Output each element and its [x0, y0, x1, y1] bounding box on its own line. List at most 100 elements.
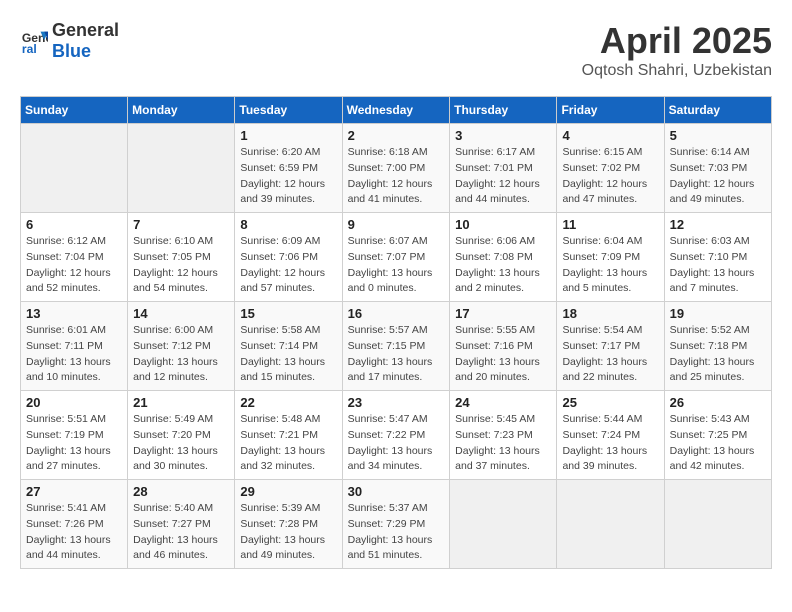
title-area: April 2025 Oqtosh Shahri, Uzbekistan: [582, 20, 772, 80]
svg-text:ral: ral: [22, 42, 37, 55]
day-detail: Sunrise: 6:20 AMSunset: 6:59 PMDaylight:…: [240, 145, 336, 208]
day-number: 4: [562, 128, 658, 143]
calendar-week-row: 13 Sunrise: 6:01 AMSunset: 7:11 PMDayligh…: [21, 302, 772, 391]
day-number: 15: [240, 306, 336, 321]
day-number: 23: [348, 395, 445, 410]
calendar-cell: 20 Sunrise: 5:51 AMSunset: 7:19 PMDayligh…: [21, 391, 128, 480]
calendar-cell: 6 Sunrise: 6:12 AMSunset: 7:04 PMDaylight…: [21, 213, 128, 302]
day-number: 21: [133, 395, 229, 410]
calendar-cell: 11Sunrise: 6:04 AMSunset: 7:09 PMDayligh…: [557, 213, 664, 302]
day-detail: Sunrise: 5:51 AMSunset: 7:19 PMDaylight:…: [26, 412, 122, 475]
calendar-cell: 16Sunrise: 5:57 AMSunset: 7:15 PMDayligh…: [342, 302, 450, 391]
calendar-cell: 28 Sunrise: 5:40 AMSunset: 7:27 PMDayligh…: [128, 480, 235, 569]
logo-text: General Blue: [52, 20, 119, 62]
day-number: 26: [670, 395, 766, 410]
day-detail: Sunrise: 6:14 AMSunset: 7:03 PMDaylight:…: [670, 145, 766, 208]
day-number: 3: [455, 128, 551, 143]
weekday-header: Friday: [557, 97, 664, 124]
calendar-cell: 19Sunrise: 5:52 AMSunset: 7:18 PMDayligh…: [664, 302, 771, 391]
calendar-cell: 4Sunrise: 6:15 AMSunset: 7:02 PMDaylight…: [557, 124, 664, 213]
day-detail: Sunrise: 6:00 AMSunset: 7:12 PMDaylight:…: [133, 323, 229, 386]
calendar-week-row: 27 Sunrise: 5:41 AMSunset: 7:26 PMDayligh…: [21, 480, 772, 569]
calendar-cell: 23 Sunrise: 5:47 AMSunset: 7:22 PMDayligh…: [342, 391, 450, 480]
calendar-cell: [664, 480, 771, 569]
day-detail: Sunrise: 5:37 AMSunset: 7:29 PMDaylight:…: [348, 501, 445, 564]
weekday-header: Monday: [128, 97, 235, 124]
calendar-cell: [450, 480, 557, 569]
calendar-cell: 15 Sunrise: 5:58 AMSunset: 7:14 PMDayligh…: [235, 302, 342, 391]
logo-blue: Blue: [52, 41, 91, 61]
day-detail: Sunrise: 5:39 AMSunset: 7:28 PMDaylight:…: [240, 501, 336, 564]
calendar-cell: 14 Sunrise: 6:00 AMSunset: 7:12 PMDayligh…: [128, 302, 235, 391]
calendar-cell: 26Sunrise: 5:43 AMSunset: 7:25 PMDayligh…: [664, 391, 771, 480]
day-detail: Sunrise: 5:58 AMSunset: 7:14 PMDaylight:…: [240, 323, 336, 386]
day-number: 24: [455, 395, 551, 410]
calendar-cell: 18 Sunrise: 5:54 AMSunset: 7:17 PMDayligh…: [557, 302, 664, 391]
calendar-week-row: 1 Sunrise: 6:20 AMSunset: 6:59 PMDaylight…: [21, 124, 772, 213]
day-number: 29: [240, 484, 336, 499]
day-number: 9: [348, 217, 445, 232]
calendar-cell: 13 Sunrise: 6:01 AMSunset: 7:11 PMDayligh…: [21, 302, 128, 391]
day-detail: Sunrise: 6:01 AMSunset: 7:11 PMDaylight:…: [26, 323, 122, 386]
day-detail: Sunrise: 6:18 AMSunset: 7:00 PMDaylight:…: [348, 145, 445, 208]
day-number: 1: [240, 128, 336, 143]
calendar-cell: 29 Sunrise: 5:39 AMSunset: 7:28 PMDayligh…: [235, 480, 342, 569]
day-detail: Sunrise: 6:10 AMSunset: 7:05 PMDaylight:…: [133, 234, 229, 297]
main-title: April 2025: [582, 20, 772, 62]
calendar-cell: 21Sunrise: 5:49 AMSunset: 7:20 PMDayligh…: [128, 391, 235, 480]
calendar-cell: [557, 480, 664, 569]
logo-general: General: [52, 20, 119, 40]
weekday-header: Thursday: [450, 97, 557, 124]
day-detail: Sunrise: 5:40 AMSunset: 7:27 PMDaylight:…: [133, 501, 229, 564]
weekday-row: SundayMondayTuesdayWednesdayThursdayFrid…: [21, 97, 772, 124]
calendar-week-row: 6 Sunrise: 6:12 AMSunset: 7:04 PMDaylight…: [21, 213, 772, 302]
day-number: 22: [240, 395, 336, 410]
calendar-week-row: 20 Sunrise: 5:51 AMSunset: 7:19 PMDayligh…: [21, 391, 772, 480]
calendar-cell: 7 Sunrise: 6:10 AMSunset: 7:05 PMDaylight…: [128, 213, 235, 302]
day-number: 27: [26, 484, 122, 499]
day-number: 7: [133, 217, 229, 232]
day-number: 18: [562, 306, 658, 321]
calendar-cell: 9Sunrise: 6:07 AMSunset: 7:07 PMDaylight…: [342, 213, 450, 302]
calendar-cell: 5 Sunrise: 6:14 AMSunset: 7:03 PMDaylight…: [664, 124, 771, 213]
logo: Gene ral General Blue: [20, 20, 119, 62]
day-number: 5: [670, 128, 766, 143]
weekday-header: Sunday: [21, 97, 128, 124]
calendar-cell: 17 Sunrise: 5:55 AMSunset: 7:16 PMDayligh…: [450, 302, 557, 391]
calendar-cell: 12Sunrise: 6:03 AMSunset: 7:10 PMDayligh…: [664, 213, 771, 302]
day-number: 16: [348, 306, 445, 321]
calendar-cell: 1 Sunrise: 6:20 AMSunset: 6:59 PMDaylight…: [235, 124, 342, 213]
calendar-header: SundayMondayTuesdayWednesdayThursdayFrid…: [21, 97, 772, 124]
day-number: 30: [348, 484, 445, 499]
day-detail: Sunrise: 5:47 AMSunset: 7:22 PMDaylight:…: [348, 412, 445, 475]
day-number: 19: [670, 306, 766, 321]
day-detail: Sunrise: 5:55 AMSunset: 7:16 PMDaylight:…: [455, 323, 551, 386]
day-detail: Sunrise: 5:44 AMSunset: 7:24 PMDaylight:…: [562, 412, 658, 475]
day-detail: Sunrise: 5:54 AMSunset: 7:17 PMDaylight:…: [562, 323, 658, 386]
calendar-cell: 25 Sunrise: 5:44 AMSunset: 7:24 PMDayligh…: [557, 391, 664, 480]
calendar-body: 1 Sunrise: 6:20 AMSunset: 6:59 PMDaylight…: [21, 124, 772, 569]
day-number: 14: [133, 306, 229, 321]
calendar-cell: 10Sunrise: 6:06 AMSunset: 7:08 PMDayligh…: [450, 213, 557, 302]
day-detail: Sunrise: 6:12 AMSunset: 7:04 PMDaylight:…: [26, 234, 122, 297]
day-number: 17: [455, 306, 551, 321]
day-detail: Sunrise: 5:48 AMSunset: 7:21 PMDaylight:…: [240, 412, 336, 475]
day-detail: Sunrise: 6:06 AMSunset: 7:08 PMDaylight:…: [455, 234, 551, 297]
day-number: 2: [348, 128, 445, 143]
day-detail: Sunrise: 5:41 AMSunset: 7:26 PMDaylight:…: [26, 501, 122, 564]
calendar-cell: [128, 124, 235, 213]
day-number: 6: [26, 217, 122, 232]
weekday-header: Saturday: [664, 97, 771, 124]
day-number: 20: [26, 395, 122, 410]
calendar-cell: 22 Sunrise: 5:48 AMSunset: 7:21 PMDayligh…: [235, 391, 342, 480]
day-detail: Sunrise: 5:45 AMSunset: 7:23 PMDaylight:…: [455, 412, 551, 475]
day-number: 13: [26, 306, 122, 321]
day-detail: Sunrise: 6:04 AMSunset: 7:09 PMDaylight:…: [562, 234, 658, 297]
calendar-table: SundayMondayTuesdayWednesdayThursdayFrid…: [20, 96, 772, 569]
day-number: 25: [562, 395, 658, 410]
calendar-cell: 2 Sunrise: 6:18 AMSunset: 7:00 PMDaylight…: [342, 124, 450, 213]
calendar-cell: 30 Sunrise: 5:37 AMSunset: 7:29 PMDayligh…: [342, 480, 450, 569]
day-number: 28: [133, 484, 229, 499]
calendar-cell: 3Sunrise: 6:17 AMSunset: 7:01 PMDaylight…: [450, 124, 557, 213]
day-number: 8: [240, 217, 336, 232]
